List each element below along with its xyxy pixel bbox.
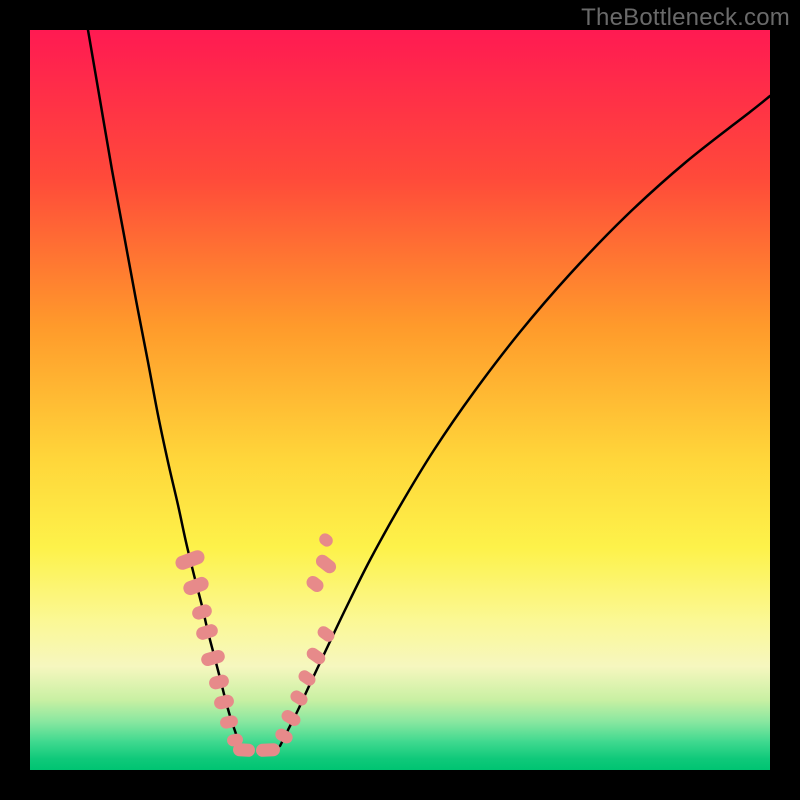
- marker-capsule: [313, 552, 338, 576]
- watermark-text: TheBottleneck.com: [581, 4, 790, 32]
- chart-svg: [30, 30, 770, 770]
- marker-capsule: [190, 603, 213, 622]
- marker-capsule: [219, 714, 239, 729]
- marker-capsule: [200, 648, 227, 667]
- marker-capsule: [195, 623, 220, 642]
- plot-area: [30, 30, 770, 770]
- marker-capsule: [304, 645, 327, 666]
- marker-capsule: [273, 726, 295, 745]
- right-branch-curve: [280, 96, 770, 746]
- marker-capsule: [317, 531, 335, 549]
- left-branch-curve: [88, 30, 240, 746]
- marker-capsule: [315, 624, 337, 644]
- marker-capsule: [174, 548, 207, 571]
- outer-frame: TheBottleneck.com: [0, 0, 800, 800]
- marker-group: [174, 531, 339, 757]
- marker-capsule: [213, 693, 235, 710]
- marker-capsule: [256, 743, 281, 757]
- marker-capsule: [304, 573, 326, 594]
- marker-capsule: [208, 673, 231, 691]
- marker-capsule: [296, 668, 318, 688]
- marker-capsule: [233, 743, 256, 757]
